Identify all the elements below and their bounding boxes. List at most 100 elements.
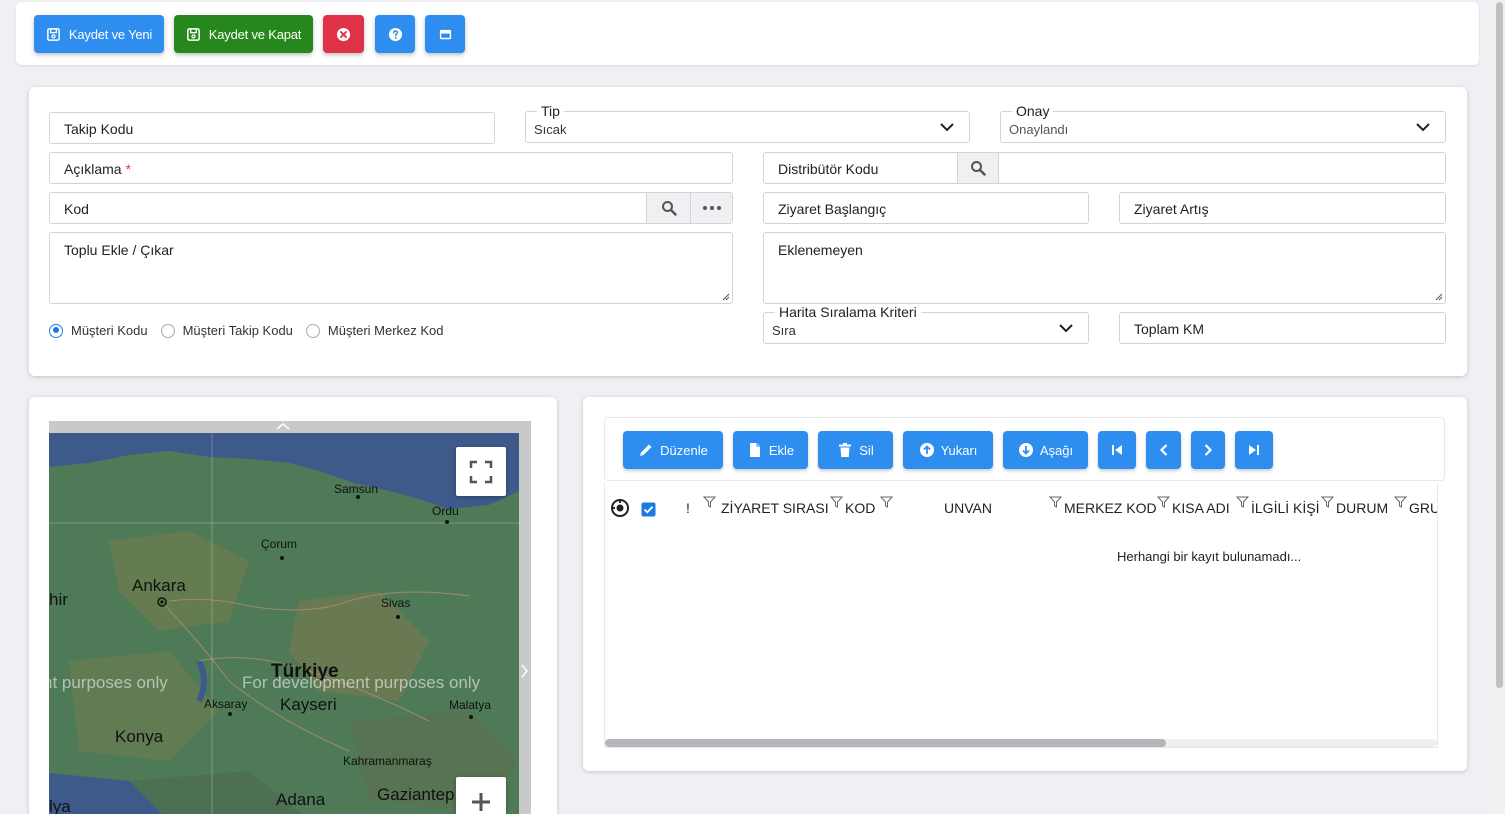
column-chooser-icon[interactable] [610,498,630,518]
harita-siralama-label: Harita Sıralama Kriteri [775,304,921,320]
map-city-ordu: Ordu [432,504,459,518]
delete-button[interactable]: Sil [818,431,893,469]
grid-horizontal-scrollbar[interactable] [605,739,1437,747]
arrow-up-circle-icon [919,443,934,457]
map[interactable]: Samsun Ordu Çorum Ankara Sivas Türkiye K… [49,421,531,814]
takip-kodu-field[interactable]: Takip Kodu [49,112,495,144]
help-icon [388,27,402,41]
save-and-new-label: Kaydet ve Yeni [68,26,153,42]
col-merkez-kod[interactable]: MERKEZ KOD [1064,500,1157,516]
map-city-corum: Çorum [261,537,298,551]
col-kod[interactable]: KOD [845,500,875,516]
onay-label: Onay [1012,103,1054,119]
last-page-button[interactable] [1235,431,1273,469]
map-city-partial-bottom: lya [49,797,71,814]
resize-handle-icon[interactable] [1433,291,1443,301]
filter-icon[interactable] [703,496,716,508]
radio-dot[interactable] [160,323,175,338]
move-up-button[interactable]: Yukarı [903,431,993,469]
map-fullscreen-button[interactable] [456,447,506,496]
kod-search-button[interactable] [646,193,690,223]
col-gru[interactable]: GRU [1409,500,1437,516]
filter-icon[interactable] [880,496,893,508]
chevron-down-icon [1059,324,1073,333]
col-kisa-adi[interactable]: KISA ADI [1172,500,1230,516]
toplu-ekle-textarea[interactable]: Toplu Ekle / Çıkar [49,232,733,304]
eklenemeyen-label: Eklenemeyen [778,242,863,258]
filter-icon[interactable] [1321,496,1334,508]
resize-handle-icon[interactable] [720,291,730,301]
filter-icon[interactable] [830,496,843,508]
trash-icon [839,443,852,457]
cancel-button[interactable] [323,15,364,53]
kod-more-button[interactable] [690,193,732,223]
pencil-icon [640,444,652,456]
toplam-km-field[interactable]: Toplam KM [1119,312,1446,344]
window-icon [439,29,451,39]
save-icon [47,27,60,41]
col-flag: ! [686,500,690,516]
distributor-kodu-field[interactable]: Distribütör Kodu [763,152,1446,184]
more-icon [702,206,721,210]
radio-dot[interactable] [49,323,63,338]
radio-musteri-kodu[interactable]: Müşteri Kodu [49,323,148,338]
scrollbar-thumb[interactable] [605,739,1166,747]
map-city-aksaray: Aksaray [204,697,248,711]
distributor-search-button[interactable] [957,153,999,183]
first-page-button[interactable] [1098,431,1136,469]
map-city-konya: Konya [115,727,164,746]
radio-musteri-merkez-kod[interactable]: Müşteri Merkez Kod [305,323,444,338]
tip-value: Sıcak [534,122,567,137]
close-circle-icon [336,27,351,41]
ziyaret-baslangic-field[interactable]: Ziyaret Başlangıç [763,192,1089,224]
filter-icon[interactable] [1049,496,1062,508]
radio-musteri-takip-kodu[interactable]: Müşteri Takip Kodu [160,323,293,338]
filter-icon[interactable] [1394,496,1407,508]
scrollbar-thumb[interactable] [1496,2,1503,688]
col-ilgili-kisi[interactable]: İLGİLİ KİŞİ [1251,500,1319,516]
takip-kodu-label: Takip Kodu [64,121,134,137]
ziyaret-baslangic-label: Ziyaret Başlangıç [778,201,887,217]
edit-button[interactable]: Düzenle [623,431,723,469]
eklenemeyen-textarea[interactable]: Eklenemeyen [763,232,1446,304]
radio-dot[interactable] [305,323,320,338]
save-icon [186,27,200,41]
map-zoom-in-button[interactable] [456,777,506,814]
aciklama-field[interactable]: Açıklama * [49,152,733,184]
plus-icon [472,793,490,811]
toplam-km-label: Toplam KM [1134,321,1205,337]
save-and-close-button[interactable]: Kaydet ve Kapat [174,15,313,53]
col-durum[interactable]: DURUM [1336,500,1388,516]
col-unvan[interactable]: UNVAN [944,500,992,516]
map-city-sivas: Sivas [381,596,411,610]
data-grid [604,483,1438,748]
ziyaret-artis-field[interactable]: Ziyaret Artış [1119,192,1446,224]
select-all-checkbox[interactable] [641,502,656,517]
save-and-close-label: Kaydet ve Kapat [208,26,302,42]
prev-page-button[interactable] [1146,431,1181,469]
map-city-kayseri: Kayseri [280,695,337,714]
page-vertical-scrollbar[interactable] [1494,0,1505,814]
kod-label: Kod [64,201,89,217]
map-watermark: For development purposes only [242,673,481,692]
map-city-ankara: Ankara [132,576,186,595]
chevron-down-icon [940,123,954,132]
filter-icon[interactable] [1236,496,1249,508]
save-and-new-button[interactable]: Kaydet ve Yeni [34,15,164,53]
onay-select[interactable]: Onay Onaylandı [1000,103,1446,143]
move-down-button[interactable]: Aşağı [1003,431,1088,469]
harita-siralama-select[interactable]: Harita Sıralama Kriteri Sıra [763,304,1089,344]
filter-icon[interactable] [1157,496,1170,508]
add-button[interactable]: Ekle [733,431,808,469]
help-button[interactable] [375,15,415,53]
col-ziyaret-sirasi[interactable]: ZİYARET SIRASI [721,500,829,516]
map-city-malatya: Malatya [449,698,492,712]
chevron-left-icon [1159,444,1167,456]
kod-field[interactable]: Kod [49,192,733,224]
last-page-icon [1249,445,1259,455]
chevron-down-icon [1416,123,1430,132]
arrow-down-circle-icon [1018,443,1033,457]
next-page-button[interactable] [1191,431,1225,469]
tip-select[interactable]: Tip Sıcak [525,103,970,143]
window-button[interactable] [425,15,465,53]
